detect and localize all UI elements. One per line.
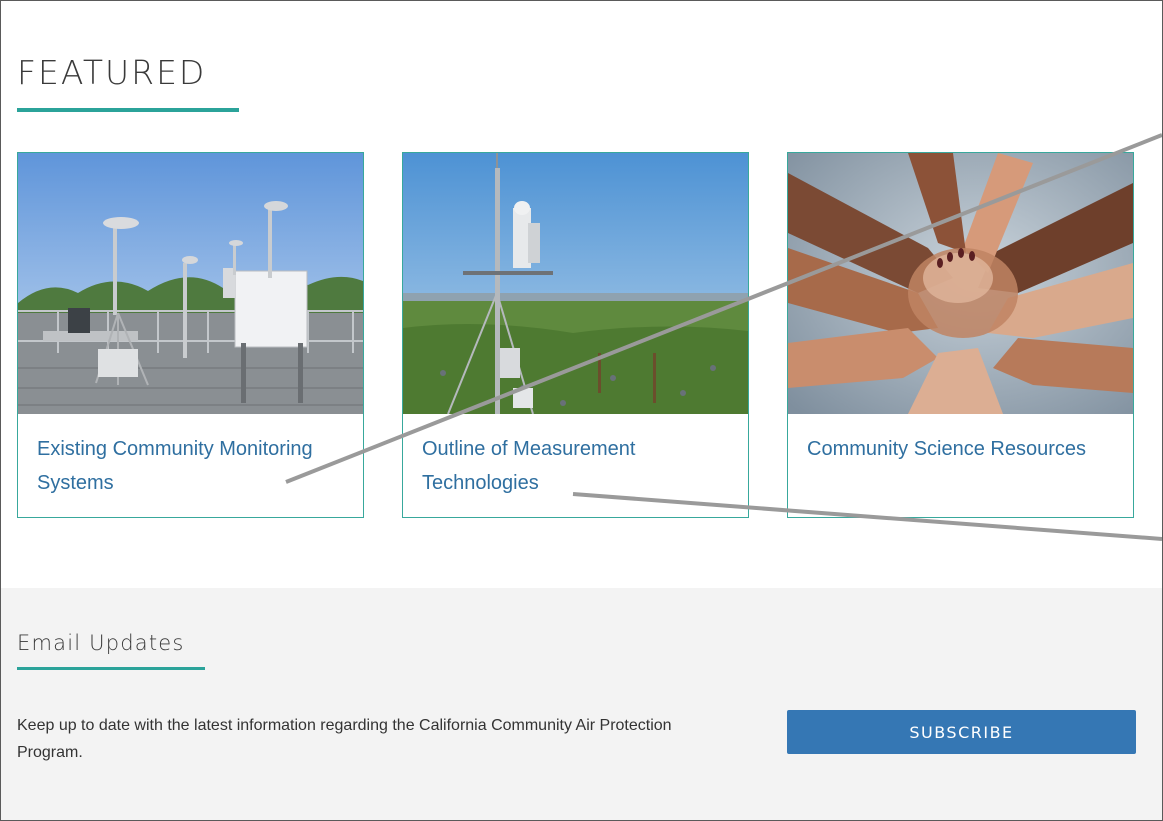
card-community-science-resources[interactable]: Community Science Resources (787, 152, 1134, 518)
subscribe-button[interactable]: SUBSCRIBE (787, 710, 1136, 754)
featured-heading: FEATURED (17, 53, 207, 92)
card-outline-measurement-technologies[interactable]: Outline of Measurement Technologies (402, 152, 749, 518)
card-existing-community-monitoring[interactable]: Existing Community Monitoring Systems (17, 152, 364, 518)
email-updates-description: Keep up to date with the latest informat… (17, 717, 672, 761)
email-updates-section: Email Updates Keep up to date with the l… (1, 588, 1162, 820)
stacked-hands-image[interactable] (788, 153, 1133, 414)
featured-heading-underline (17, 108, 239, 112)
email-updates-heading: Email Updates (17, 631, 185, 655)
card-title[interactable]: Community Science Resources (807, 432, 1123, 466)
page-frame: FEATURED Existing Community Monitoring S… (0, 0, 1163, 821)
air-monitoring-station-image[interactable] (18, 153, 363, 414)
card-title[interactable]: Existing Community Monitoring Systems (37, 432, 353, 500)
card-title[interactable]: Outline of Measurement Technologies (422, 432, 738, 500)
email-updates-underline (17, 667, 205, 670)
meteorological-tower-image[interactable] (403, 153, 748, 414)
